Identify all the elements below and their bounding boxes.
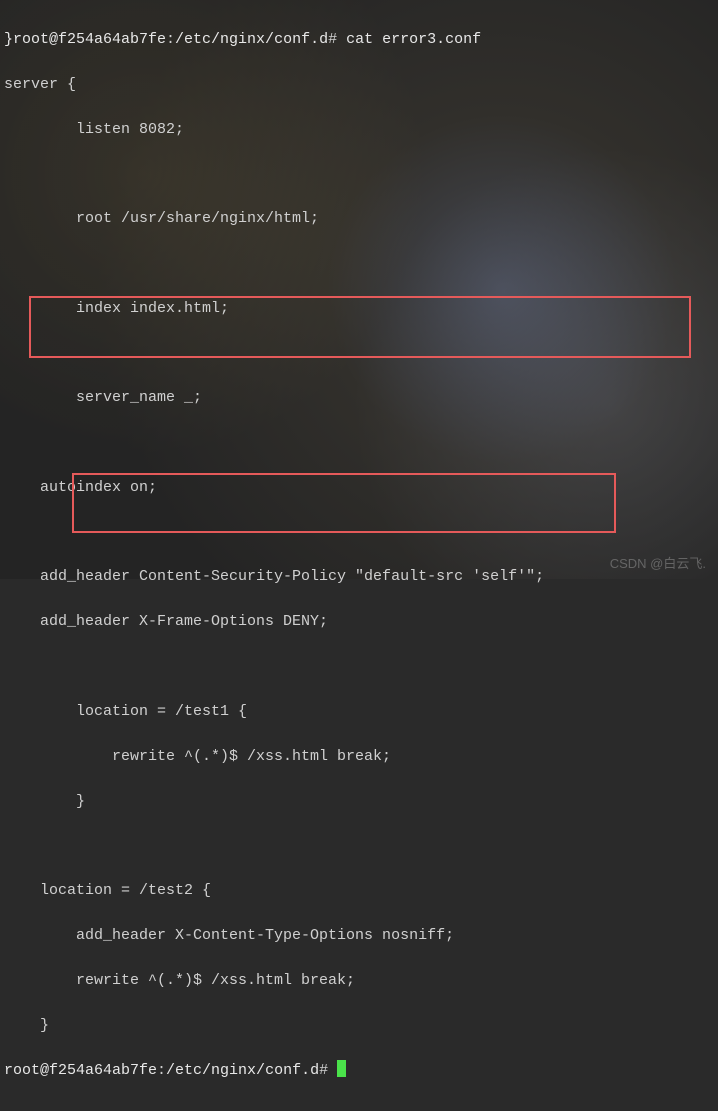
config-line: server {	[4, 74, 714, 97]
config-line	[4, 253, 714, 275]
config-line	[4, 432, 714, 454]
command-text: cat error3.conf	[346, 31, 481, 48]
prompt-user-host: root@f254a64ab7fe	[4, 1062, 157, 1079]
config-line: location = /test2 {	[4, 880, 714, 903]
config-line: autoindex on;	[4, 477, 714, 500]
config-line	[4, 656, 714, 678]
config-line-highlighted: add_header Content-Security-Policy "defa…	[4, 566, 714, 589]
config-line: index index.html;	[4, 298, 714, 321]
config-line: location = /test1 {	[4, 701, 714, 724]
config-line	[4, 522, 714, 544]
config-line-highlighted: add_header X-Frame-Options DENY;	[4, 611, 714, 634]
config-line: listen 8082;	[4, 119, 714, 142]
watermark-text: CSDN @白云飞.	[610, 554, 706, 574]
prompt-line-2: root@f254a64ab7fe:/etc/nginx/conf.d#	[4, 1060, 714, 1083]
config-line: server_name _;	[4, 387, 714, 410]
prompt-sep: :	[157, 1062, 166, 1079]
prompt-path: /etc/nginx/conf.d	[166, 1062, 319, 1079]
prompt-user-host: }root@f254a64ab7fe	[4, 31, 166, 48]
config-line	[4, 343, 714, 365]
config-line: root /usr/share/nginx/html;	[4, 208, 714, 231]
config-line-highlighted: add_header X-Content-Type-Options nosnif…	[4, 925, 714, 948]
config-line-highlighted: rewrite ^(.*)$ /xss.html break;	[4, 970, 714, 993]
config-line	[4, 164, 714, 186]
config-line: }	[4, 1015, 714, 1038]
prompt-sep: #	[319, 1062, 337, 1079]
terminal-cursor[interactable]	[337, 1060, 346, 1077]
prompt-path: /etc/nginx/conf.d	[175, 31, 328, 48]
config-line: rewrite ^(.*)$ /xss.html break;	[4, 746, 714, 769]
prompt-sep: :	[166, 31, 175, 48]
prompt-sep: #	[328, 31, 346, 48]
config-line: }	[4, 791, 714, 814]
prompt-line-1: }root@f254a64ab7fe:/etc/nginx/conf.d# ca…	[4, 29, 714, 52]
config-line	[4, 836, 714, 858]
